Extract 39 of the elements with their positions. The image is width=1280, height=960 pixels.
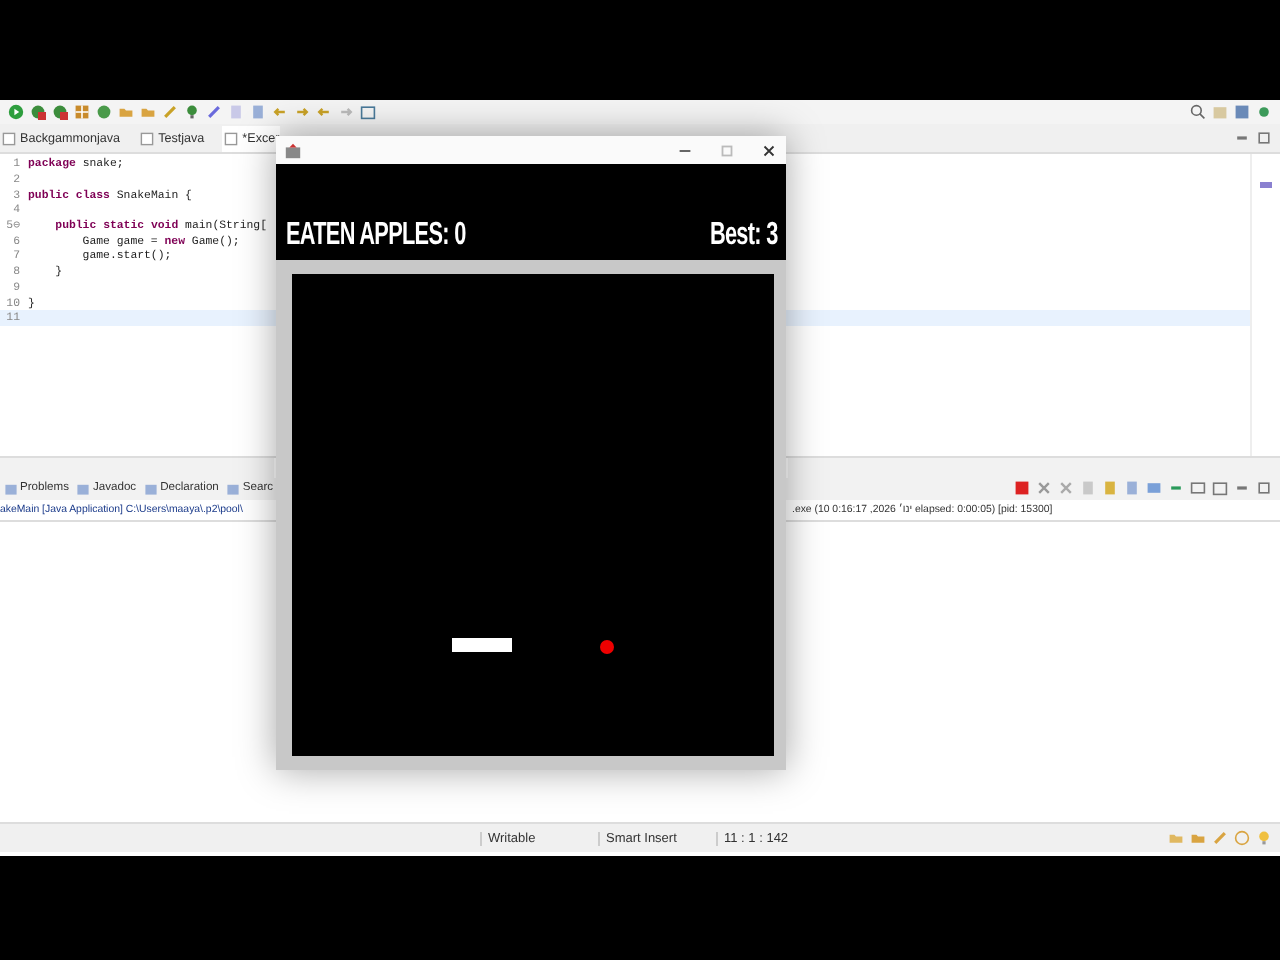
maximize-icon[interactable] (718, 141, 736, 160)
run-icon[interactable] (8, 104, 24, 120)
apple (600, 640, 614, 654)
minimize-icon[interactable] (1234, 130, 1250, 146)
view-icon (144, 481, 159, 495)
arrow-icon[interactable] (338, 104, 354, 120)
debug-icon[interactable] (52, 104, 68, 120)
scrollbar-track[interactable] (0, 457, 274, 477)
maximize-icon[interactable] (1256, 130, 1272, 146)
snake (452, 638, 512, 652)
bulb-icon[interactable] (184, 104, 200, 120)
bulb-icon[interactable] (1256, 830, 1272, 846)
view-icon (226, 481, 241, 495)
file-icon (140, 131, 155, 145)
file-icon (2, 131, 16, 145)
pencil-icon[interactable] (206, 104, 222, 120)
arrow-icon[interactable] (316, 104, 332, 120)
arrow-icon[interactable] (272, 104, 288, 120)
close-icon[interactable] (760, 141, 778, 160)
clock-icon[interactable] (1234, 830, 1250, 846)
grid-icon[interactable] (74, 104, 90, 120)
maximize-icon[interactable] (1256, 480, 1272, 496)
best-score-label: Best: 3 (710, 218, 778, 254)
pencil-icon[interactable] (1212, 830, 1228, 846)
file-icon (224, 131, 239, 145)
debug-icon[interactable] (30, 104, 46, 120)
stop-icon[interactable] (1014, 480, 1030, 496)
window-icon[interactable] (360, 104, 376, 120)
circle-icon[interactable] (96, 104, 112, 120)
pencil-icon[interactable] (162, 104, 178, 120)
marker-icon (1260, 182, 1272, 188)
view-icon (4, 481, 18, 495)
score-label: EATEN APPLES: 0 (286, 218, 466, 254)
view-icon (76, 481, 91, 495)
scrollbar-track[interactable] (788, 457, 1280, 477)
app-icon (284, 141, 302, 160)
search-icon[interactable] (1190, 104, 1206, 120)
window-icon[interactable] (1212, 480, 1228, 496)
arrow-icon[interactable] (294, 104, 310, 120)
